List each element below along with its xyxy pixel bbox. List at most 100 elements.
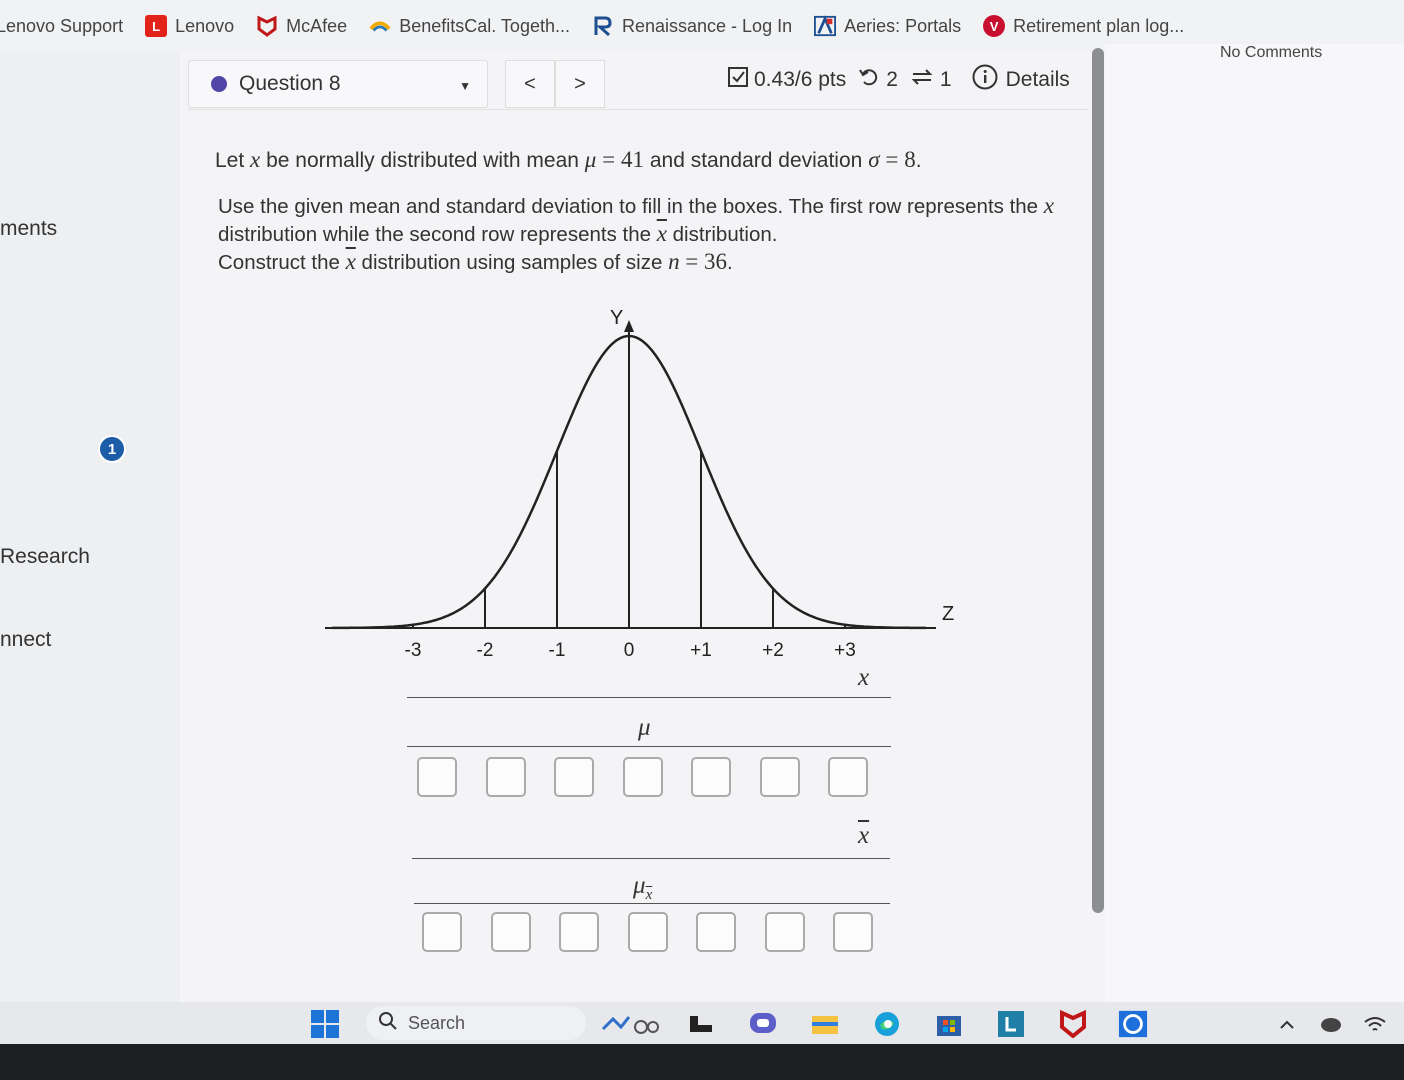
row2-input-box-7[interactable] <box>833 912 873 952</box>
row2-variable-label: x <box>858 822 870 849</box>
mcafee-icon <box>256 15 278 37</box>
math-eq: = <box>602 147 616 172</box>
taskbar-search-input[interactable]: Search <box>366 1006 586 1040</box>
checkbox-icon <box>728 67 748 93</box>
prev-label: < <box>524 72 536 95</box>
question-selector[interactable]: Question 8 ▼ <box>188 60 488 108</box>
mcafee-app-icon[interactable] <box>1058 1010 1088 1038</box>
question-instructions: Use the given mean and standard deviatio… <box>218 192 1058 276</box>
row1-input-box-2[interactable] <box>485 757 526 797</box>
left-sidebar: ments 1 Research nnect <box>0 52 180 1002</box>
text-fragment: . <box>915 149 922 172</box>
sidebar-item-label: Research <box>0 545 90 568</box>
z-tick-label: 0 <box>624 640 635 661</box>
row1-variable-label: x <box>858 664 870 691</box>
math-mu: μ <box>584 147 597 172</box>
store-icon[interactable] <box>934 1010 964 1038</box>
bookmark-label: Renaissance - Log In <box>621 15 793 36</box>
onedrive-icon[interactable] <box>1316 1010 1346 1038</box>
math-x: x <box>1043 193 1055 218</box>
math-sigma: σ <box>868 147 880 172</box>
lenovo-app-icon[interactable] <box>996 1010 1026 1038</box>
row2-input-box-6[interactable] <box>764 912 805 952</box>
row2-input-box-1[interactable] <box>422 912 462 952</box>
comments-label: No Comments <box>1220 44 1323 61</box>
question-panel: Question 8 ▼ < > 0.43/6 pts 2 1 Details … <box>180 52 1105 1002</box>
row1-mean-label: μ <box>638 714 651 741</box>
row2-input-box-3[interactable] <box>559 912 599 952</box>
text-fragment: Construct the <box>218 251 340 274</box>
normal-curve-diagram: Y Z -3 -2 -1 0 +1 +2 +3 <box>320 302 980 667</box>
math-eq: = <box>685 249 699 274</box>
edge-browser-icon[interactable] <box>872 1010 902 1038</box>
chat-icon[interactable] <box>748 1010 778 1038</box>
bookmark-renaissance[interactable]: Renaissance - Log In <box>592 15 792 37</box>
bookmark-mcafee[interactable]: McAfee <box>256 15 347 37</box>
sidebar-item-research[interactable]: Research <box>0 545 90 569</box>
retry-icon <box>858 66 880 94</box>
comments-panel: No Comments <box>1105 44 1404 1002</box>
row2-input-box-2[interactable] <box>490 912 531 952</box>
text-fragment: distribution using samples of size <box>361 251 663 274</box>
text-fragment: distribution. <box>672 223 778 246</box>
question-label: Question 8 <box>239 72 341 95</box>
text-fragment: . <box>726 251 733 274</box>
bookmark-benefitscal[interactable]: BenefitsCal. Togeth... <box>369 15 570 37</box>
info-icon <box>972 64 998 96</box>
retirement-icon: V <box>983 15 1006 37</box>
main-scrollbar[interactable] <box>1092 48 1104 913</box>
notification-badge[interactable]: 1 <box>98 435 126 463</box>
z-tick-label: -1 <box>549 640 566 661</box>
row1-input-box-1[interactable] <box>417 757 457 797</box>
sample-size: 36 <box>703 249 727 274</box>
math-n: n <box>668 249 680 274</box>
row1-input-box-5[interactable] <box>691 757 731 797</box>
row2-input-box-4[interactable] <box>627 912 668 952</box>
benefitscal-icon <box>369 15 391 37</box>
bookmark-label: McAfee <box>286 15 348 36</box>
bookmark-label: Retirement plan log... <box>1013 15 1185 36</box>
bookmark-retirement[interactable]: V Retirement plan log... <box>983 15 1184 37</box>
math-eq: = <box>885 147 899 172</box>
bookmark-aeries[interactable]: Aeries: Portals <box>814 15 961 37</box>
z-tick-label: +2 <box>762 640 784 661</box>
search-icon <box>378 1011 398 1036</box>
row2-bottom-line <box>414 903 890 904</box>
math-xbar: x <box>345 249 356 274</box>
details-button[interactable]: Details <box>972 64 1070 96</box>
row1-input-box-7[interactable] <box>828 757 868 797</box>
monitor-bezel <box>0 1044 1404 1080</box>
sidebar-item-assignments[interactable]: ments <box>0 217 57 241</box>
widgets-icon[interactable] <box>600 1010 660 1038</box>
bookmark-label: Lenovo Support <box>0 15 124 36</box>
lenovo-icon: L <box>145 15 168 37</box>
bookmark-label: Lenovo <box>175 15 235 36</box>
bookmark-lenovo[interactable]: L Lenovo <box>145 15 234 37</box>
row1-input-box-4[interactable] <box>622 757 663 797</box>
sd-value: 8 <box>904 147 916 172</box>
previous-question-button[interactable]: < <box>505 60 555 108</box>
task-view-icon[interactable] <box>686 1010 716 1038</box>
sidebar-item-label: nnect <box>0 628 52 651</box>
bookmark-lenovo-support[interactable]: Lenovo Support <box>0 16 123 37</box>
sidebar-item-connect[interactable]: nnect <box>0 628 51 652</box>
app-icon-blue[interactable] <box>1118 1010 1148 1038</box>
row2-input-box-5[interactable] <box>696 912 736 952</box>
row1-top-line <box>407 697 891 698</box>
z-tick-label: +1 <box>690 640 712 661</box>
windows-start-icon[interactable] <box>310 1010 340 1038</box>
chevron-up-icon[interactable] <box>1272 1010 1302 1038</box>
sidebar-item-label: ments <box>0 217 58 240</box>
z-axis-label: Z <box>942 603 954 625</box>
retries-count: 2 <box>886 68 898 91</box>
normal-curve-svg: Y Z -3 -2 -1 0 +1 +2 +3 <box>325 307 954 661</box>
next-question-button[interactable]: > <box>555 60 605 108</box>
wifi-icon[interactable] <box>1360 1010 1390 1038</box>
bookmark-label: Aeries: Portals <box>844 15 962 36</box>
row1-input-box-6[interactable] <box>759 757 800 797</box>
file-explorer-icon[interactable] <box>810 1010 840 1038</box>
renaissance-icon <box>592 15 614 37</box>
question-status-dot <box>211 76 227 92</box>
math-xbar: x <box>656 221 667 246</box>
row1-input-box-3[interactable] <box>554 757 594 797</box>
